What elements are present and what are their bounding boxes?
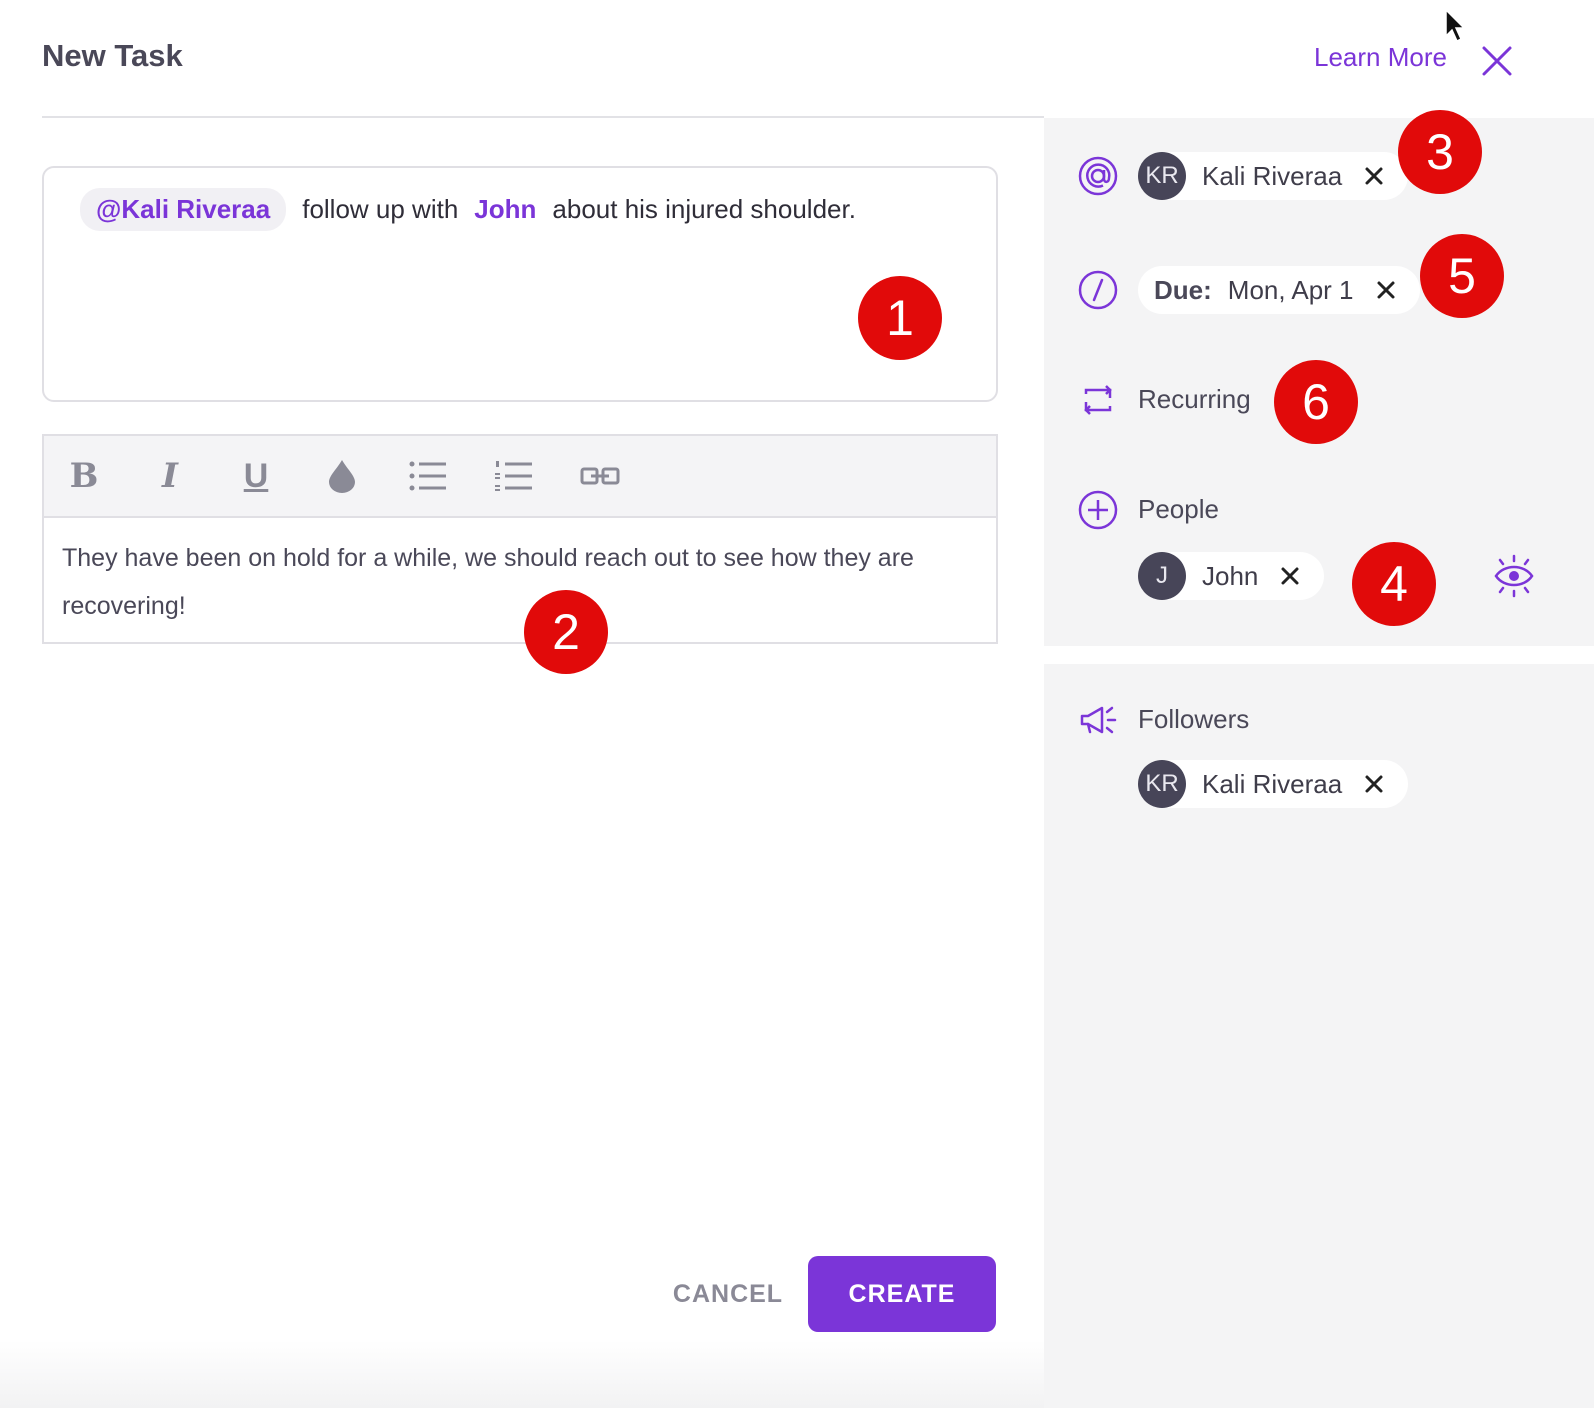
remove-due-date-close-icon[interactable] xyxy=(1372,276,1400,304)
link-button[interactable] xyxy=(580,456,620,496)
link-icon xyxy=(580,467,620,485)
recurring-option[interactable]: Recurring xyxy=(1138,384,1251,415)
bold-icon: B xyxy=(69,456,99,496)
at-sign-icon[interactable] xyxy=(1078,156,1118,196)
mention-chip[interactable]: @Kali Riveraa xyxy=(80,188,287,231)
follower-name: Kali Riveraa xyxy=(1202,768,1343,799)
annotation-marker: 5 xyxy=(1420,234,1504,318)
annotation-marker: 3 xyxy=(1398,110,1482,194)
italic-button[interactable]: I xyxy=(150,456,190,496)
formatting-toolbar: B I U xyxy=(44,436,996,518)
bold-button[interactable]: B xyxy=(64,456,104,496)
annotation-marker: 4 xyxy=(1352,542,1436,626)
cursor-icon xyxy=(1444,8,1466,44)
task-description-text: @Kali Riveraa follow up with John about … xyxy=(80,188,856,231)
due-label: Due: xyxy=(1154,274,1212,305)
annotation-marker: 2 xyxy=(524,590,608,674)
task-description-input[interactable]: @Kali Riveraa follow up with John about … xyxy=(42,166,998,402)
followers-label[interactable]: Followers xyxy=(1138,704,1249,735)
assignee-chip: KR Kali Riveraa xyxy=(1138,152,1409,200)
annotation-marker: 6 xyxy=(1274,360,1358,444)
person-mention[interactable]: John xyxy=(474,194,536,225)
annotation-marker: 1 xyxy=(858,276,942,360)
numbered-list-icon xyxy=(495,461,532,491)
slash-clock-icon[interactable] xyxy=(1078,270,1118,310)
learn-more-link[interactable]: Learn More xyxy=(1314,42,1447,73)
avatar: KR xyxy=(1138,152,1186,200)
footer-fade xyxy=(0,1340,1044,1408)
italic-icon: I xyxy=(162,456,178,496)
underline-icon: U xyxy=(243,456,269,495)
new-task-dialog: New Task Learn More @Kali Riveraa follow… xyxy=(0,0,1594,1408)
task-text-part: about his injured shoulder. xyxy=(552,194,856,224)
header-divider xyxy=(42,116,1044,118)
create-button[interactable]: CREATE xyxy=(808,1256,996,1332)
notes-editor: B I U They have been on hold for a while… xyxy=(42,434,998,644)
recurring-icon[interactable] xyxy=(1078,380,1118,420)
bulleted-list-button[interactable] xyxy=(408,456,448,496)
cancel-button[interactable]: CANCEL xyxy=(668,1266,788,1322)
person-chip: J John xyxy=(1138,552,1325,600)
follower-chip: KR Kali Riveraa xyxy=(1138,760,1409,808)
people-label[interactable]: People xyxy=(1138,494,1219,525)
megaphone-icon[interactable] xyxy=(1078,700,1118,740)
remove-assignee-close-icon[interactable] xyxy=(1360,162,1388,190)
notes-editor-body[interactable]: They have been on hold for a while, we s… xyxy=(44,518,996,646)
person-name: John xyxy=(1202,560,1259,591)
avatar: J xyxy=(1138,552,1186,600)
underline-button[interactable]: U xyxy=(236,456,276,496)
close-icon[interactable] xyxy=(1478,42,1516,80)
assignee-name: Kali Riveraa xyxy=(1202,160,1343,191)
eye-icon[interactable] xyxy=(1492,554,1536,598)
due-date-chip[interactable]: Due: Mon, Apr 1 xyxy=(1138,266,1420,314)
color-drop-icon xyxy=(329,460,355,493)
remove-person-close-icon[interactable] xyxy=(1276,562,1304,590)
dialog-title: New Task xyxy=(42,38,183,73)
numbered-list-button[interactable] xyxy=(494,456,534,496)
task-text-part: follow up with xyxy=(302,194,459,224)
text-color-button[interactable] xyxy=(322,456,362,496)
avatar: KR xyxy=(1138,760,1186,808)
due-date-value: Mon, Apr 1 xyxy=(1227,274,1354,305)
plus-circle-icon[interactable] xyxy=(1078,490,1118,530)
bulleted-list-icon xyxy=(409,461,446,491)
remove-follower-close-icon[interactable] xyxy=(1360,770,1388,798)
